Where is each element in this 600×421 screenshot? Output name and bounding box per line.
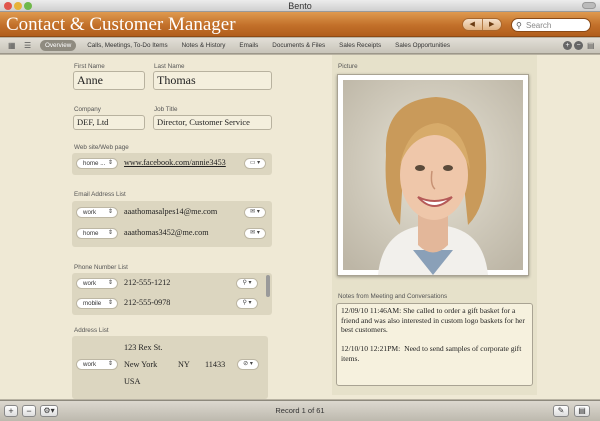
address-street[interactable]: 123 Rex St.: [124, 343, 162, 352]
email-type-label: home: [83, 230, 99, 237]
website-list: home ... ⇕ www.facebook.com/annie3453 ▭ ▾: [72, 153, 272, 175]
app-window: Bento Contact & Customer Manager ◀ ▶ ⚲ S…: [0, 0, 600, 421]
phone-type-label: work: [83, 280, 97, 287]
open-web-button[interactable]: ▭ ▾: [244, 158, 266, 169]
search-icon: ⚲: [516, 21, 522, 30]
chevron-updown-icon: ⇕: [107, 230, 113, 236]
phone-value[interactable]: 212-555-0978: [124, 298, 170, 307]
tab-emails[interactable]: Emails: [236, 40, 261, 51]
phone-type-select[interactable]: mobile ⇕: [76, 298, 118, 309]
tab-list: Overview Calls, Meetings, To-Do Items No…: [40, 40, 453, 51]
tab-sales-opportunities[interactable]: Sales Opportunities: [392, 40, 453, 51]
next-record-button[interactable]: ▶: [481, 19, 502, 30]
bottom-toolbar: + − ⚙▾ Record 1 of 61 ✎ ▤: [0, 400, 600, 421]
phone-type-label: mobile: [83, 300, 102, 307]
add-tab-icon[interactable]: +: [563, 41, 572, 50]
email-value[interactable]: aaathomas3452@me.com: [124, 228, 209, 237]
address-list: 123 Rex St. work ⇕ New York NY 11433 ⊘ ▾ …: [72, 336, 268, 399]
website-link[interactable]: www.facebook.com/annie3453: [124, 158, 226, 167]
job-title-label: Job Title: [154, 106, 178, 113]
address-state[interactable]: NY: [178, 360, 190, 369]
form-content: First Name Anne Last Name Thomas Company…: [0, 55, 600, 399]
list-item: home ⇕ aaathomas3452@me.com ✉ ▾: [72, 227, 272, 241]
address-zip[interactable]: 11433: [205, 360, 225, 369]
tab-bar: ▦ ☰ Overview Calls, Meetings, To-Do Item…: [0, 38, 600, 54]
address-city[interactable]: New York: [124, 360, 157, 369]
send-email-button[interactable]: ✉ ▾: [244, 207, 266, 218]
email-list-label: Email Address List: [74, 191, 126, 198]
website-row: home ... ⇕ www.facebook.com/annie3453 ▭ ▾: [72, 157, 272, 171]
email-value[interactable]: aaathomasalpes14@me.com: [124, 207, 217, 216]
tab-sales-receipts[interactable]: Sales Receipts: [336, 40, 384, 51]
record-counter: Record 1 of 61: [275, 406, 325, 415]
website-type-select[interactable]: home ... ⇕: [76, 158, 118, 169]
job-title-field[interactable]: Director, Customer Service: [153, 115, 272, 130]
form-view-icon[interactable]: ✎: [553, 405, 569, 417]
address-list-label: Address List: [74, 327, 109, 334]
send-email-button[interactable]: ✉ ▾: [244, 228, 266, 239]
grid-view-icon[interactable]: ▦: [8, 41, 16, 50]
record-fields: First Name Anne Last Name Thomas Company…: [0, 55, 330, 399]
last-name-field[interactable]: Thomas: [153, 71, 272, 90]
contact-photo[interactable]: [337, 74, 529, 276]
phone-action-button[interactable]: ⚲ ▾: [236, 278, 258, 289]
tab-documents-files[interactable]: Documents & Files: [269, 40, 328, 51]
library-title: Contact & Customer Manager: [6, 14, 236, 35]
address-type-label: work: [83, 361, 97, 368]
company-field[interactable]: DEF, Ltd: [73, 115, 145, 130]
phone-list-scrollbar[interactable]: [266, 275, 270, 297]
company-label: Company: [74, 106, 101, 113]
tab-calls-meetings[interactable]: Calls, Meetings, To-Do Items: [84, 40, 170, 51]
phone-list: work ⇕ 212-555-1212 ⚲ ▾ mobile ⇕ 212-555-0…: [72, 273, 272, 315]
toolbar-toggle-button[interactable]: [582, 2, 596, 9]
notes-label: Notes from Meeting and Conversations: [338, 293, 448, 300]
website-type-label: home ...: [83, 160, 106, 167]
record-nav-buttons: ◀ ▶: [462, 18, 502, 31]
table-view-icon[interactable]: ▤: [574, 405, 590, 417]
chevron-updown-icon: ⇕: [107, 280, 113, 286]
phone-action-button[interactable]: ⚲ ▾: [236, 298, 258, 309]
portrait-image: [343, 80, 523, 275]
phone-list-label: Phone Number List: [74, 264, 128, 271]
list-item: work ⇕ aaathomasalpes14@me.com ✉ ▾: [72, 206, 272, 220]
layout-icon[interactable]: ▤: [587, 41, 595, 50]
search-placeholder: Search: [526, 21, 552, 30]
first-name-field[interactable]: Anne: [73, 71, 145, 90]
remove-tab-icon[interactable]: −: [574, 41, 583, 50]
first-name-label: First Name: [74, 63, 105, 70]
address-type-select[interactable]: work ⇕: [76, 359, 118, 370]
website-label: Web site/Web page: [74, 144, 129, 151]
map-address-button[interactable]: ⊘ ▾: [237, 359, 259, 370]
tab-notes-history[interactable]: Notes & History: [179, 40, 229, 51]
chevron-updown-icon: ⇕: [107, 361, 113, 367]
phone-value[interactable]: 212-555-1212: [124, 278, 170, 287]
email-type-select[interactable]: work ⇕: [76, 207, 118, 218]
phone-type-select[interactable]: work ⇕: [76, 278, 118, 289]
notes-textarea[interactable]: 12/09/10 11:46AM: She called to order a …: [336, 303, 533, 386]
last-name-label: Last Name: [154, 63, 185, 70]
email-type-select[interactable]: home ⇕: [76, 228, 118, 239]
window-title: Bento: [288, 1, 312, 11]
address-country[interactable]: USA: [124, 377, 140, 386]
chevron-updown-icon: ⇕: [107, 300, 113, 306]
email-type-label: work: [83, 209, 97, 216]
tab-overview[interactable]: Overview: [40, 40, 77, 51]
list-view-icon[interactable]: ☰: [24, 41, 31, 50]
window-titlebar: Bento: [0, 0, 600, 12]
email-list: work ⇕ aaathomasalpes14@me.com ✉ ▾ home ⇕ …: [72, 201, 272, 247]
chevron-updown-icon: ⇕: [107, 160, 113, 166]
list-item: work ⇕ 212-555-1212 ⚲ ▾: [72, 277, 272, 291]
search-input[interactable]: ⚲ Search: [511, 18, 591, 32]
chevron-updown-icon: ⇕: [107, 209, 113, 215]
app-header: Contact & Customer Manager ◀ ▶ ⚲ Search: [0, 12, 600, 37]
list-item: mobile ⇕ 212-555-0978 ⚲ ▾: [72, 297, 272, 311]
previous-record-button[interactable]: ◀: [463, 19, 482, 30]
picture-label: Picture: [338, 63, 358, 70]
